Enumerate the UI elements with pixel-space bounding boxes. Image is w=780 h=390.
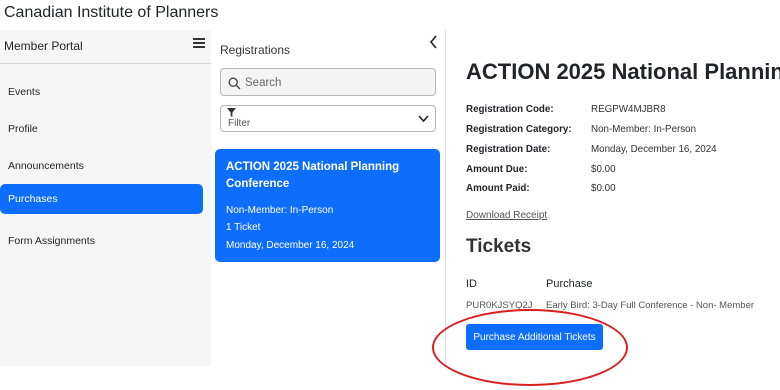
sidebar-header: Member Portal [0, 30, 211, 64]
registration-date-label: Registration Date: [466, 144, 551, 155]
amount-due-label: Amount Due: [466, 164, 528, 175]
bottom-strip [0, 366, 780, 390]
registration-card-date: Monday, December 16, 2024 [226, 240, 355, 251]
registration-code-label: Registration Code: [466, 104, 554, 115]
tickets-column-id: ID [466, 278, 477, 290]
purchase-additional-tickets-button[interactable]: Purchase Additional Tickets [466, 324, 603, 350]
registration-category-label: Registration Category: [466, 124, 572, 135]
registration-card-title: ACTION 2025 National Planning Conference [226, 161, 400, 190]
filter-select[interactable]: Filter [220, 105, 436, 132]
download-receipt-link[interactable]: Download Receipt [466, 210, 547, 221]
registration-card-tickets: 1 Ticket [226, 222, 261, 233]
amount-paid-label: Amount Paid: [466, 183, 530, 194]
sidebar-item-form-assignments[interactable]: Form Assignments [0, 226, 203, 256]
app-title: Canadian Institute of Planners [4, 4, 219, 21]
chevron-down-icon [418, 115, 429, 123]
tickets-column-purchase: Purchase [546, 278, 593, 290]
filter-label: Filter [228, 118, 251, 129]
collapse-panel-button[interactable] [425, 33, 443, 51]
amount-paid-value: $0.00 [591, 183, 616, 194]
registration-card[interactable]: ACTION 2025 National Planning Conference… [215, 149, 440, 262]
sidebar-item-announcements[interactable]: Announcements [0, 151, 203, 181]
ticket-purchase-cell: Early Bird: 3-Day Full Conference - Non-… [546, 300, 755, 311]
tickets-heading: Tickets [466, 236, 532, 257]
amount-due-value: $0.00 [591, 164, 616, 175]
app-header: Canadian Institute of Planners [0, 0, 780, 30]
registrations-title: Registrations [220, 43, 291, 57]
registration-code-value: REGPW4MJBR8 [591, 104, 666, 115]
registration-detail: ACTION 2025 National Planning Conference… [447, 30, 780, 366]
hamburger-menu-icon[interactable] [193, 36, 207, 48]
sidebar-item-events[interactable]: Events [0, 77, 203, 107]
registration-date-value: Monday, December 16, 2024 [591, 144, 717, 155]
sidebar-item-purchases[interactable]: Purchases [0, 184, 203, 214]
detail-title: ACTION 2025 National Planning Conference [466, 59, 780, 84]
registration-category-value: Non-Member: In-Person [591, 124, 697, 135]
search-input[interactable] [245, 73, 430, 92]
sidebar-item-profile[interactable]: Profile [0, 114, 203, 144]
ticket-id-cell: PUR0KJSYQ2J [466, 300, 533, 311]
sidebar-title: Member Portal [4, 39, 83, 53]
chevron-left-icon [429, 35, 437, 49]
search-box[interactable] [220, 68, 436, 96]
registrations-panel: Registrations Filter ACTION 2025 Nationa… [211, 30, 446, 366]
search-icon [228, 77, 241, 90]
registration-card-category: Non-Member: In-Person [226, 205, 334, 216]
filter-icon [227, 108, 236, 117]
sidebar: Member Portal Events Profile Announcemen… [0, 30, 211, 366]
